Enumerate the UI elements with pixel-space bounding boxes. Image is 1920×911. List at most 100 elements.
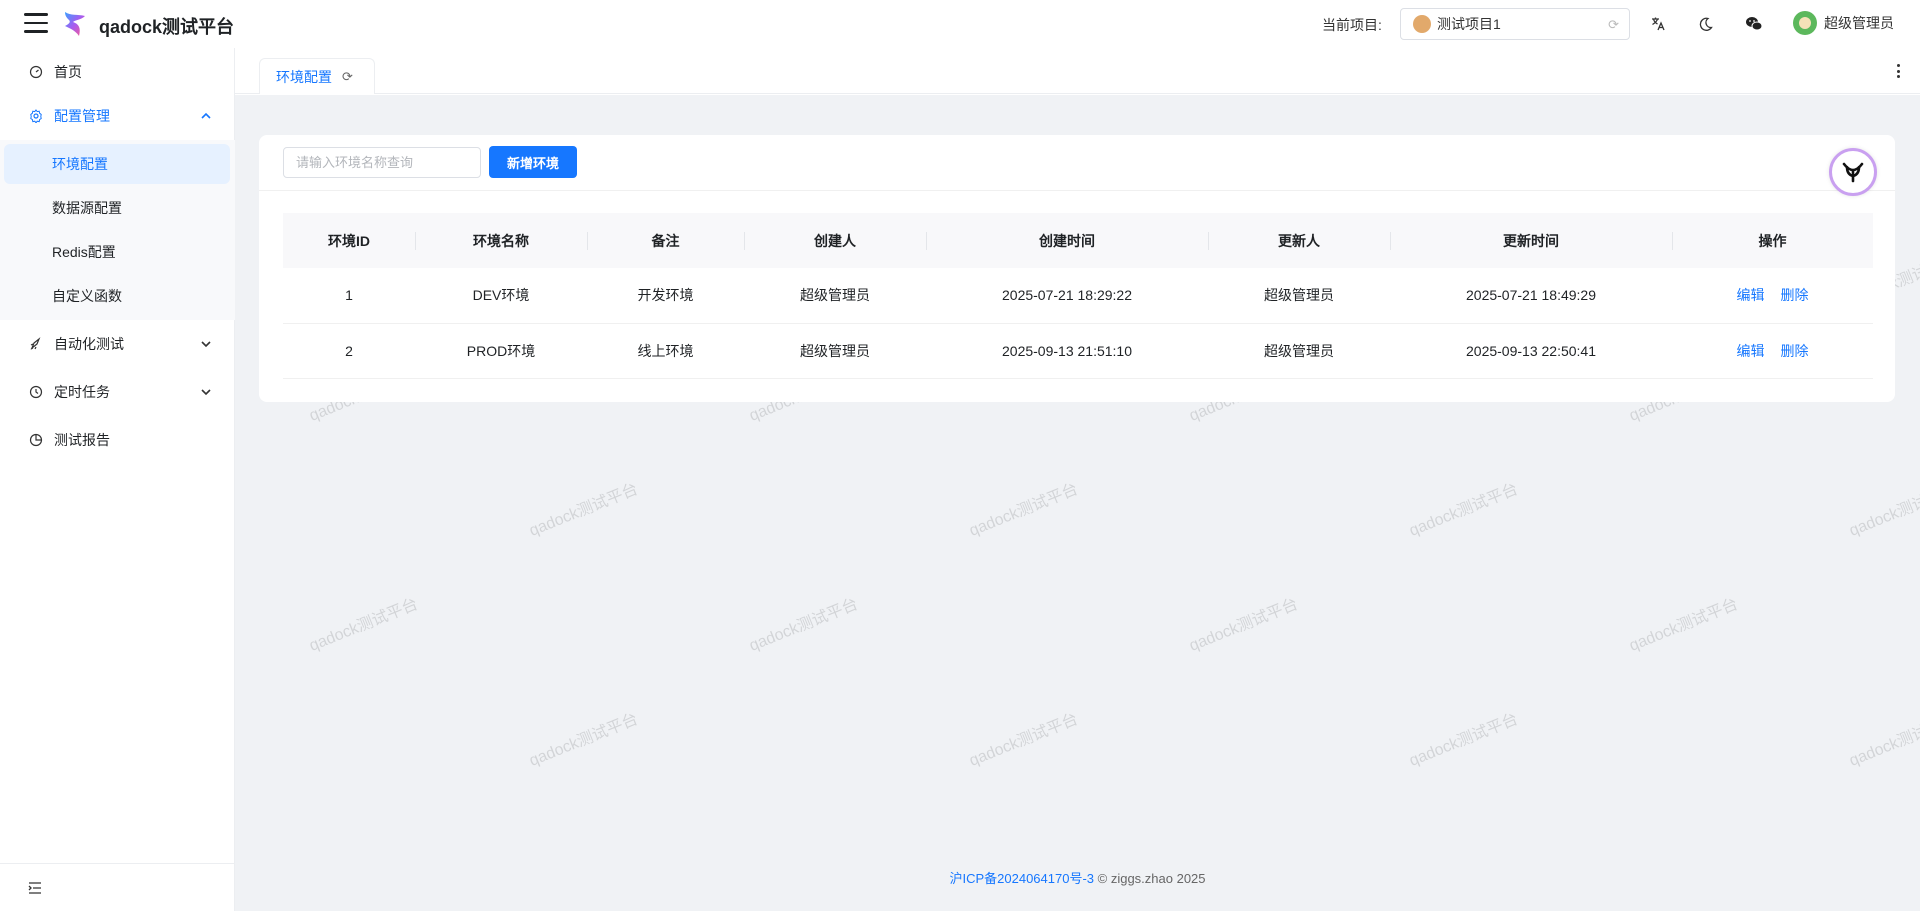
sidebar-item-label: 测试报告 bbox=[54, 432, 110, 448]
chevron-down-icon bbox=[201, 389, 211, 396]
edit-button[interactable]: 编辑 bbox=[1737, 343, 1765, 359]
icp-link[interactable]: 沪ICP备2024064170号-3 bbox=[949, 871, 1094, 886]
cell-updated-time: 2025-09-13 22:50:41 bbox=[1390, 323, 1672, 379]
sidebar-item-home[interactable]: 首页 bbox=[4, 52, 230, 92]
project-select-value: 测试项目1 bbox=[1437, 16, 1501, 32]
cell-env-name: PROD环境 bbox=[415, 323, 587, 379]
column-header: 备注 bbox=[587, 213, 744, 268]
refresh-icon[interactable]: ⟳ bbox=[342, 69, 353, 85]
top-header: qadock测试平台 当前项目: 测试项目1 ⟳ 超级管理员 bbox=[0, 0, 1920, 48]
cell-env-id: 2 bbox=[283, 323, 415, 379]
cell-actions: 编辑 删除 bbox=[1672, 323, 1873, 379]
sidebar-item-label: 环境配置 bbox=[52, 156, 108, 172]
watermark: qadock测试平台 bbox=[1406, 710, 1521, 770]
user-name: 超级管理员 bbox=[1824, 15, 1894, 31]
sidebar-item-label: 自定义函数 bbox=[52, 288, 122, 304]
chevron-up-icon bbox=[201, 112, 211, 119]
current-project-label: 当前项目: bbox=[1322, 17, 1382, 33]
menu-toggle-icon[interactable] bbox=[24, 13, 48, 35]
main-content: qadock测试平台 qadock测试平台 qadock测试平台 qadock测… bbox=[235, 111, 1920, 911]
sidebar-item-scheduled[interactable]: 定时任务 bbox=[4, 372, 230, 412]
cell-remark: 开发环境 bbox=[587, 268, 744, 324]
app-logo-icon bbox=[65, 12, 85, 36]
collapse-menu-icon[interactable] bbox=[27, 881, 43, 895]
cell-created-time: 2025-09-13 21:51:10 bbox=[926, 323, 1208, 379]
watermark: qadock测试平台 bbox=[526, 710, 641, 770]
cell-creator: 超级管理员 bbox=[744, 268, 926, 324]
cell-env-name: DEV环境 bbox=[415, 268, 587, 324]
env-config-card: 新增环境 环境ID 环境名称 备注 创建人 创建时间 更新人 更新时间 操作 bbox=[259, 135, 1895, 402]
copyright-text: © ziggs.zhao 2025 bbox=[1097, 871, 1206, 886]
tab-env-config[interactable]: 环境配置 ⟳ bbox=[259, 58, 375, 94]
chevron-down-icon bbox=[201, 341, 211, 348]
column-header: 环境名称 bbox=[415, 213, 587, 268]
clock-icon bbox=[28, 384, 44, 400]
project-select[interactable]: 测试项目1 ⟳ bbox=[1400, 8, 1630, 40]
sidebar-item-label: 数据源配置 bbox=[52, 200, 122, 216]
sidebar-footer bbox=[0, 863, 234, 911]
pie-chart-icon bbox=[28, 432, 44, 448]
page-footer: 沪ICP备2024064170号-3 © ziggs.zhao 2025 bbox=[235, 868, 1920, 887]
sidebar-item-config[interactable]: 配置管理 bbox=[4, 96, 230, 136]
card-toolbar: 新增环境 bbox=[259, 135, 1895, 196]
sidebar-item-env-config[interactable]: 环境配置 bbox=[4, 144, 230, 184]
sidebar-item-label: 配置管理 bbox=[54, 108, 110, 124]
watermark: qadock测试平台 bbox=[966, 480, 1081, 540]
watermark: qadock测试平台 bbox=[1846, 480, 1920, 540]
search-input[interactable] bbox=[283, 147, 481, 178]
cell-created-time: 2025-07-21 18:29:22 bbox=[926, 268, 1208, 324]
sidebar-item-label: 自动化测试 bbox=[54, 336, 124, 352]
cell-env-id: 1 bbox=[283, 268, 415, 324]
cell-remark: 线上环境 bbox=[587, 323, 744, 379]
sidebar-item-custom-function[interactable]: 自定义函数 bbox=[4, 276, 230, 316]
column-header: 创建时间 bbox=[926, 213, 1208, 268]
delete-button[interactable]: 删除 bbox=[1781, 343, 1809, 359]
more-vertical-icon[interactable] bbox=[1892, 62, 1904, 80]
watermark: qadock测试平台 bbox=[306, 595, 421, 655]
watermark: qadock测试平台 bbox=[1406, 480, 1521, 540]
wechat-icon[interactable] bbox=[1742, 12, 1766, 36]
sidebar-item-label: Redis配置 bbox=[52, 244, 116, 260]
column-header: 更新人 bbox=[1208, 213, 1390, 268]
watermark: qadock测试平台 bbox=[1626, 595, 1741, 655]
cell-updater: 超级管理员 bbox=[1208, 268, 1390, 324]
cell-updater: 超级管理员 bbox=[1208, 323, 1390, 379]
env-table: 环境ID 环境名称 备注 创建人 创建时间 更新人 更新时间 操作 1 DEV环… bbox=[283, 213, 1873, 379]
column-header: 环境ID bbox=[283, 213, 415, 268]
tab-label: 环境配置 bbox=[276, 68, 332, 85]
delete-button[interactable]: 删除 bbox=[1781, 287, 1809, 303]
user-menu[interactable]: 超级管理员 bbox=[1793, 11, 1894, 35]
tabs-bar: 环境配置 ⟳ bbox=[235, 48, 1920, 94]
column-header: 操作 bbox=[1672, 213, 1873, 268]
dark-mode-icon[interactable] bbox=[1694, 12, 1718, 36]
watermark: qadock测试平台 bbox=[1846, 710, 1920, 770]
sidebar-item-datasource-config[interactable]: 数据源配置 bbox=[4, 188, 230, 228]
add-env-button[interactable]: 新增环境 bbox=[489, 146, 577, 178]
assistant-float-icon[interactable] bbox=[1829, 148, 1877, 196]
gear-icon bbox=[28, 108, 44, 124]
edit-button[interactable]: 编辑 bbox=[1737, 287, 1765, 303]
table-header-row: 环境ID 环境名称 备注 创建人 创建时间 更新人 更新时间 操作 bbox=[283, 213, 1873, 268]
column-header: 更新时间 bbox=[1390, 213, 1672, 268]
sidebar: 首页 配置管理 环境配置 数据源配置 Redis配置 自定义函数 自动化测试 定… bbox=[0, 48, 235, 911]
sidebar-item-redis-config[interactable]: Redis配置 bbox=[4, 232, 230, 272]
sidebar-item-label: 首页 bbox=[54, 64, 82, 80]
watermark: qadock测试平台 bbox=[526, 480, 641, 540]
app-title: qadock测试平台 bbox=[99, 17, 235, 37]
rocket-icon bbox=[28, 336, 44, 352]
table-row: 2 PROD环境 线上环境 超级管理员 2025-09-13 21:51:10 … bbox=[283, 323, 1873, 379]
cell-actions: 编辑 删除 bbox=[1672, 268, 1873, 324]
dashboard-icon bbox=[28, 64, 44, 80]
watermark: qadock测试平台 bbox=[966, 710, 1081, 770]
content-top-gap bbox=[235, 95, 1920, 111]
project-avatar bbox=[1413, 15, 1431, 33]
refresh-icon: ⟳ bbox=[1608, 17, 1619, 32]
watermark: qadock测试平台 bbox=[746, 595, 861, 655]
translate-icon[interactable] bbox=[1646, 12, 1670, 36]
avatar bbox=[1793, 11, 1817, 35]
column-header: 创建人 bbox=[744, 213, 926, 268]
cell-creator: 超级管理员 bbox=[744, 323, 926, 379]
sidebar-item-report[interactable]: 测试报告 bbox=[4, 420, 230, 460]
sidebar-item-automation[interactable]: 自动化测试 bbox=[4, 324, 230, 364]
watermark: qadock测试平台 bbox=[1186, 595, 1301, 655]
